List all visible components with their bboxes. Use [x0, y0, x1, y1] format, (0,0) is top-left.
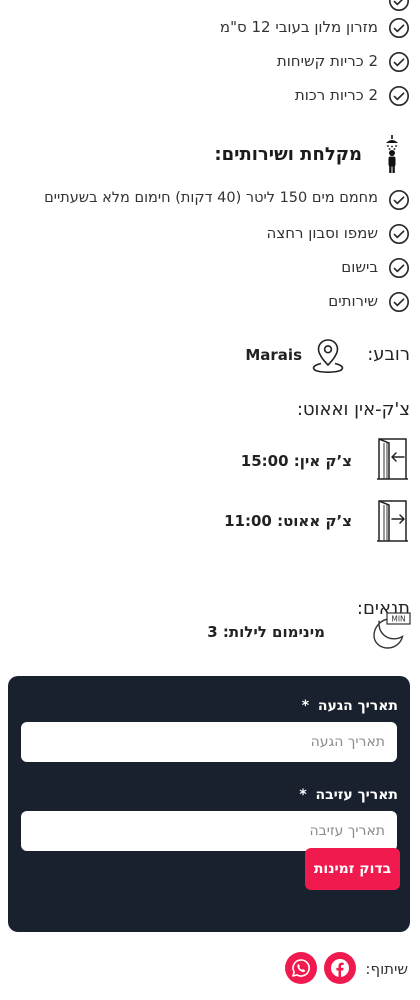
booking-form-panel: תאריך הגעה * תאריך עזיבה * בדוק זמינות: [8, 676, 410, 932]
check-circle-icon: [389, 52, 409, 72]
departure-date-input[interactable]: [21, 811, 397, 851]
check-circle-icon: [389, 224, 409, 244]
bathroom-item-water-heater: מחמם מים 150 ליטר (40 דקות) חימום מלא בש…: [44, 190, 378, 206]
shower-person-icon: [386, 135, 398, 173]
bathroom-item-shampoo: שמפו וסבון רחצה: [266, 224, 378, 242]
bathroom-title: מקלחת ושירותים:: [214, 144, 362, 165]
bedding-item-soft-pillows: 2 כריות רכות: [294, 86, 378, 104]
moon-min-icon: MIN: [373, 612, 411, 649]
bathroom-item-toilet: שירותים: [328, 292, 378, 310]
bathroom-item-fragrance: בישום: [341, 258, 378, 276]
required-mark: *: [301, 698, 310, 714]
whatsapp-icon: [292, 959, 310, 977]
check-circle-icon: [389, 258, 409, 278]
check-circle-icon: [389, 292, 409, 312]
bedding-item-mattress: מזרון מלון בעובי 12 ס"מ: [219, 18, 378, 36]
bedding-item-hard-pillows: 2 כריות קשיחות: [276, 52, 378, 70]
neighborhood-value: Marais: [245, 346, 302, 364]
facebook-share-button[interactable]: [324, 952, 356, 984]
arrival-date-label: תאריך הגעה *: [301, 698, 398, 714]
checkinout-title: צ'ק-אין ואאוט:: [296, 399, 410, 420]
required-mark: *: [299, 787, 307, 803]
svg-text:MIN: MIN: [391, 615, 405, 624]
door-exit-icon: [377, 500, 408, 542]
check-circle-icon: [389, 18, 409, 38]
check-circle-icon: [389, 190, 409, 210]
checkout-time: צ’ק אאוט: 11:00: [224, 512, 352, 530]
arrival-date-input[interactable]: [21, 722, 397, 762]
checkin-time: צ’ק אין: 15:00: [240, 452, 352, 470]
check-availability-button[interactable]: בדוק זמינות: [305, 848, 400, 890]
neighborhood-label: רובע:: [367, 344, 410, 365]
door-enter-icon: [377, 438, 408, 480]
min-nights-text: מינימום לילות: 3: [207, 623, 325, 641]
whatsapp-share-button[interactable]: [285, 952, 317, 984]
map-pin-icon: [312, 339, 344, 373]
facebook-icon: [331, 959, 349, 977]
check-circle-icon: [389, 0, 409, 11]
check-circle-icon: [389, 86, 409, 106]
departure-date-label: תאריך עזיבה *: [299, 787, 398, 803]
share-label: שיתוף:: [365, 960, 408, 978]
